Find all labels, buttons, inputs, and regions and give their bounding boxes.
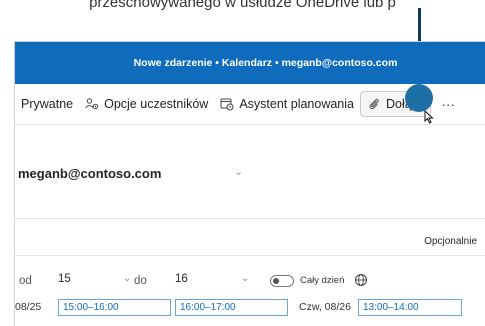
chevron-down-icon[interactable]: ⌄ bbox=[241, 273, 249, 284]
window-title: Nowe zdarzenie • Kalendarz • meganb@cont… bbox=[133, 57, 398, 69]
time-suggestion[interactable]: 13:00–14:00 bbox=[358, 299, 462, 316]
all-day-toggle[interactable] bbox=[270, 275, 294, 287]
chevron-down-icon[interactable]: ⌄ bbox=[234, 165, 243, 178]
start-time-select[interactable]: 15 bbox=[58, 273, 71, 285]
time-suggestion[interactable]: 15:00–16:00 bbox=[58, 299, 171, 316]
scheduling-assistant-button[interactable]: Asystent planowania bbox=[214, 91, 360, 117]
chevron-down-icon[interactable]: ⌄ bbox=[123, 273, 131, 284]
from-account[interactable]: meganb@contoso.com bbox=[18, 166, 161, 181]
from-divider bbox=[15, 218, 485, 219]
optional-attendees-link[interactable]: Opcjonalnie bbox=[424, 236, 477, 247]
window-titlebar: Nowe zdarzenie • Kalendarz • meganb@cont… bbox=[15, 42, 485, 84]
private-label: Prywatne bbox=[21, 97, 74, 111]
screenshot: przeschowywanego w usłudze OneDrive lub … bbox=[0, 0, 485, 326]
all-day-label: Cały dzień bbox=[300, 275, 345, 286]
suggested-times-row: 08/25 15:00–16:00 16:00–17:00 Czw, 08/26… bbox=[15, 299, 485, 317]
callout-dot bbox=[405, 84, 433, 112]
attendee-options-button[interactable]: Opcje uczestników bbox=[79, 91, 214, 117]
suggestion-date: Czw, 08/26 bbox=[299, 301, 351, 313]
suggestion-date: 08/25 bbox=[15, 301, 42, 313]
attendee-options-label: Opcje uczestników bbox=[104, 97, 209, 111]
time-row: od 15 ⌄ do 16 ⌄ Cały dzień bbox=[15, 272, 485, 292]
attendees-divider bbox=[15, 255, 485, 256]
calendar-clock-icon bbox=[220, 97, 234, 111]
document-text-fragment: przeschowywanego w usłudze OneDrive lub … bbox=[89, 0, 396, 11]
scheduling-assistant-label: Asystent planowania bbox=[239, 97, 354, 111]
private-button[interactable]: Prywatne bbox=[15, 91, 79, 117]
toolbar-divider bbox=[15, 124, 485, 125]
from-time-label: od bbox=[19, 275, 32, 287]
globe-icon[interactable] bbox=[354, 273, 368, 287]
time-suggestion[interactable]: 16:00–17:00 bbox=[175, 299, 288, 316]
to-time-label: do bbox=[134, 275, 147, 287]
paperclip-icon bbox=[367, 97, 381, 111]
people-settings-icon bbox=[85, 97, 99, 111]
mouse-cursor-icon bbox=[424, 110, 434, 124]
more-options-label: ··· bbox=[441, 96, 456, 112]
end-time-select[interactable]: 16 bbox=[175, 273, 188, 285]
more-options-button[interactable]: ··· bbox=[431, 91, 461, 117]
